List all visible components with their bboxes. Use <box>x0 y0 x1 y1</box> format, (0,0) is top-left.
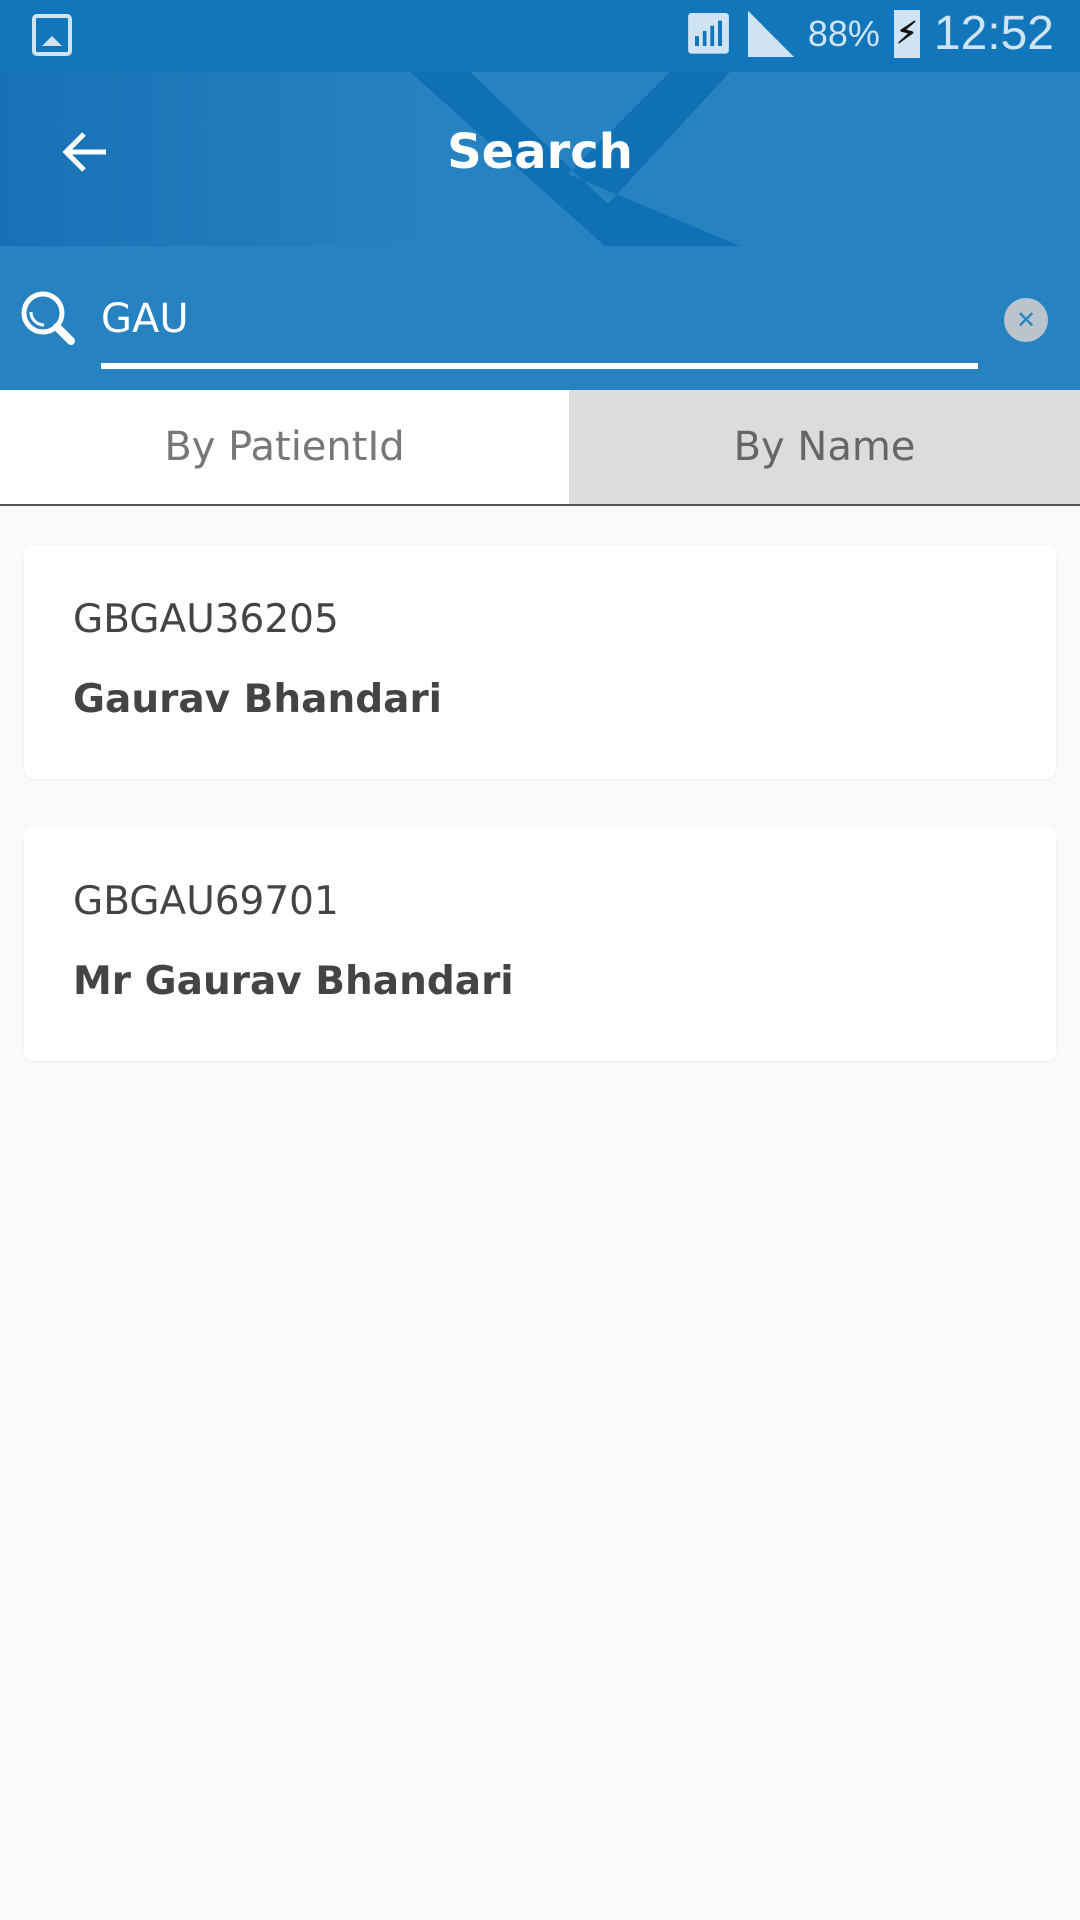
gallery-icon <box>32 14 72 56</box>
clock: 12:52 <box>933 7 1054 60</box>
wifi-icon: 📶︎ <box>683 12 734 56</box>
status-bar: 📶︎ 88% ⚡︎ 12:52 <box>0 0 1080 72</box>
result-card[interactable]: GBGAU69701 Mr Gaurav Bhandari <box>24 827 1056 1061</box>
search-mode-tabs: By PatientId By Name <box>0 390 1080 506</box>
tab-by-patient-id[interactable]: By PatientId <box>0 390 569 504</box>
battery-percent: 88% <box>807 12 880 54</box>
page-title: Search <box>447 124 633 180</box>
patient-name: Mr Gaurav Bhandari <box>73 959 514 1004</box>
patient-name: Gaurav Bhandari <box>73 677 443 722</box>
tab-by-name[interactable]: By Name <box>569 390 1080 504</box>
patient-id: GBGAU69701 <box>73 879 339 924</box>
battery-charging-icon: ⚡︎ <box>893 9 920 58</box>
close-icon[interactable]: ✕ <box>1004 298 1048 342</box>
search-bar: ✕ <box>0 246 1080 390</box>
search-underline <box>101 363 978 369</box>
toolbar: Search <box>0 72 1080 246</box>
search-icon <box>21 291 75 345</box>
patient-id: GBGAU36205 <box>73 597 339 642</box>
signal-icon <box>747 10 794 57</box>
search-input[interactable] <box>101 290 977 348</box>
result-card[interactable]: GBGAU36205 Gaurav Bhandari <box>24 545 1056 779</box>
